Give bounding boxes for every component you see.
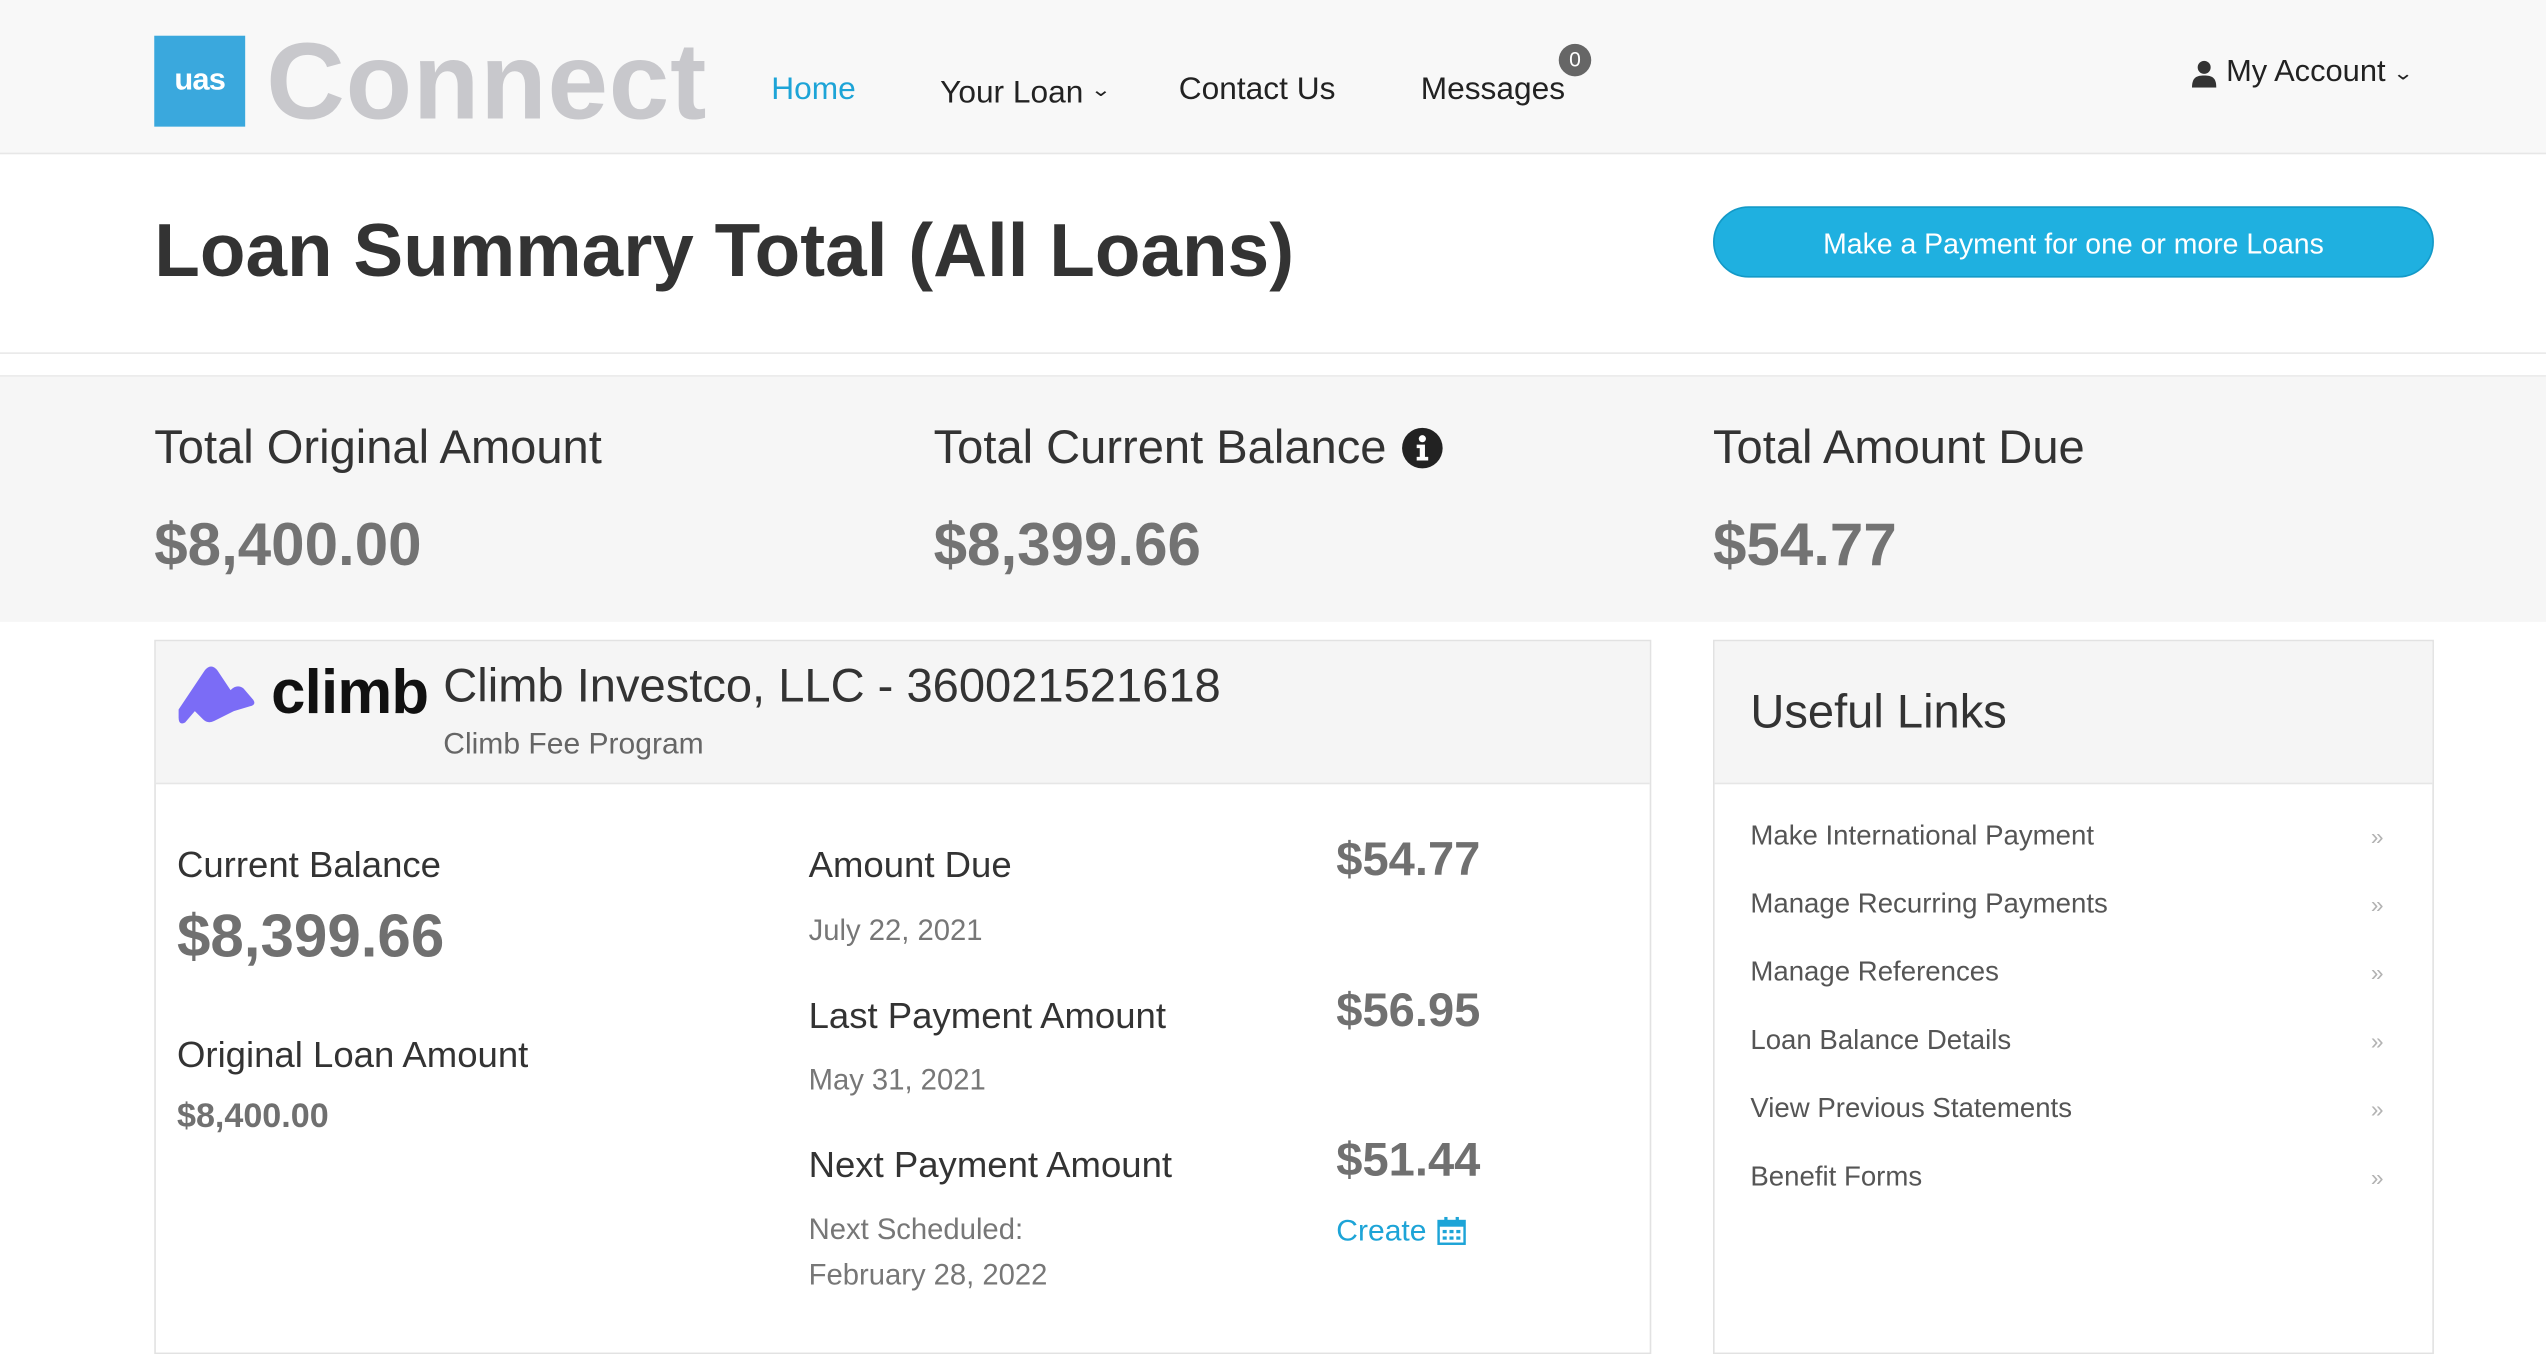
chevron-down-icon: ⌄ <box>2392 61 2415 85</box>
total-original-label: Total Original Amount <box>154 422 602 475</box>
loan-name: Climb Investco, LLC - 360021521618 <box>443 660 1221 713</box>
loan-program: Climb Fee Program <box>443 725 704 760</box>
link-label: Manage References <box>1750 956 1999 988</box>
connect-logo-wordmark[interactable]: Connect <box>266 19 707 146</box>
total-due-label: Total Amount Due <box>1713 422 2085 475</box>
nav-contact-us[interactable]: Contact Us <box>1179 70 1336 109</box>
user-icon <box>2191 60 2217 87</box>
amount-due-label: Amount Due <box>808 844 1012 885</box>
nav-your-loan[interactable]: Your Loan ⌄ <box>940 70 1112 112</box>
calendar-icon <box>1436 1216 1466 1245</box>
nav-messages[interactable]: Messages <box>1421 70 1565 109</box>
last-payment-label: Last Payment Amount <box>808 995 1167 1036</box>
useful-links-panel: Useful Links Make International Payment »… <box>1713 639 2434 1354</box>
double-chevron-right-icon: » <box>2370 1095 2384 1122</box>
info-icon[interactable] <box>1401 427 1443 469</box>
link-label: View Previous Statements <box>1750 1092 2073 1124</box>
double-chevron-right-icon: » <box>2370 1027 2384 1054</box>
amount-due-date: July 22, 2021 <box>808 914 983 947</box>
link-label: Manage Recurring Payments <box>1750 888 2108 920</box>
link-view-previous-statements[interactable]: View Previous Statements » <box>1750 1088 2383 1130</box>
last-payment-value: $56.95 <box>1336 985 1481 1038</box>
useful-links-header: Useful Links <box>1714 641 2433 785</box>
climb-logo-icon <box>178 666 255 724</box>
useful-links-title: Useful Links <box>1750 686 2007 739</box>
original-loan-label: Original Loan Amount <box>176 1034 529 1075</box>
top-navbar: uas Connect Home Your Loan ⌄ Contact Us M… <box>0 0 2546 155</box>
link-benefit-forms[interactable]: Benefit Forms » <box>1750 1156 2383 1198</box>
next-scheduled-label: Next Scheduled: <box>808 1212 1024 1246</box>
link-label: Loan Balance Details <box>1750 1024 2012 1056</box>
current-balance-value: $8,399.66 <box>176 902 445 970</box>
make-payment-button[interactable]: Make a Payment for one or more Loans <box>1713 206 2434 278</box>
link-make-international-payment[interactable]: Make International Payment » <box>1750 815 2383 857</box>
loan-card-header: climb Climb Investco, LLC - 360021521618… <box>155 641 1650 785</box>
current-balance-label: Current Balance <box>176 844 441 885</box>
total-current-value: $8,399.66 <box>933 511 1201 579</box>
double-chevron-right-icon: » <box>2370 959 2384 986</box>
last-payment-date: May 31, 2021 <box>808 1063 986 1096</box>
nav-your-loan-label: Your Loan <box>940 74 1084 111</box>
page-title: Loan Summary Total (All Loans) <box>154 207 1295 293</box>
chevron-down-icon: ⌄ <box>1090 77 1112 101</box>
next-payment-value: $51.44 <box>1336 1134 1481 1187</box>
total-due-value: $54.77 <box>1713 511 1897 579</box>
my-account-menu[interactable]: My Account ⌄ <box>2191 54 2415 93</box>
link-label: Make International Payment <box>1750 819 2095 851</box>
climb-logo-wordmark: climb <box>271 659 429 728</box>
messages-count-badge: 0 <box>1558 43 1592 77</box>
double-chevron-right-icon: » <box>2370 1164 2384 1191</box>
next-payment-label: Next Payment Amount <box>808 1144 1173 1186</box>
total-current-balance-heading: Total Current Balance <box>934 419 1444 477</box>
amount-due-value: $54.77 <box>1336 834 1481 887</box>
link-label: Benefit Forms <box>1750 1160 1923 1192</box>
link-loan-balance-details[interactable]: Loan Balance Details » <box>1750 1020 2383 1062</box>
my-account-label: My Account <box>2226 55 2386 90</box>
create-label: Create <box>1336 1212 1427 1248</box>
link-manage-references[interactable]: Manage References » <box>1750 951 2383 993</box>
original-loan-value: $8,400.00 <box>176 1097 329 1135</box>
total-current-label: Total Current Balance <box>933 422 1387 475</box>
totals-summary-band: Total Original Amount $8,400.00 Total Cu… <box>0 375 2546 622</box>
double-chevron-right-icon: » <box>2370 891 2384 918</box>
nav-home[interactable]: Home <box>771 70 855 109</box>
link-manage-recurring-payments[interactable]: Manage Recurring Payments » <box>1750 883 2383 925</box>
create-scheduled-payment-link[interactable]: Create <box>1336 1211 1466 1250</box>
loan-card: climb Climb Investco, LLC - 360021521618… <box>154 639 1652 1354</box>
header-divider <box>0 352 2546 354</box>
double-chevron-right-icon: » <box>2370 823 2384 850</box>
uas-logo-badge[interactable]: uas <box>154 35 246 127</box>
total-original-value: $8,400.00 <box>154 511 422 579</box>
next-scheduled-date: February 28, 2022 <box>808 1258 1048 1291</box>
